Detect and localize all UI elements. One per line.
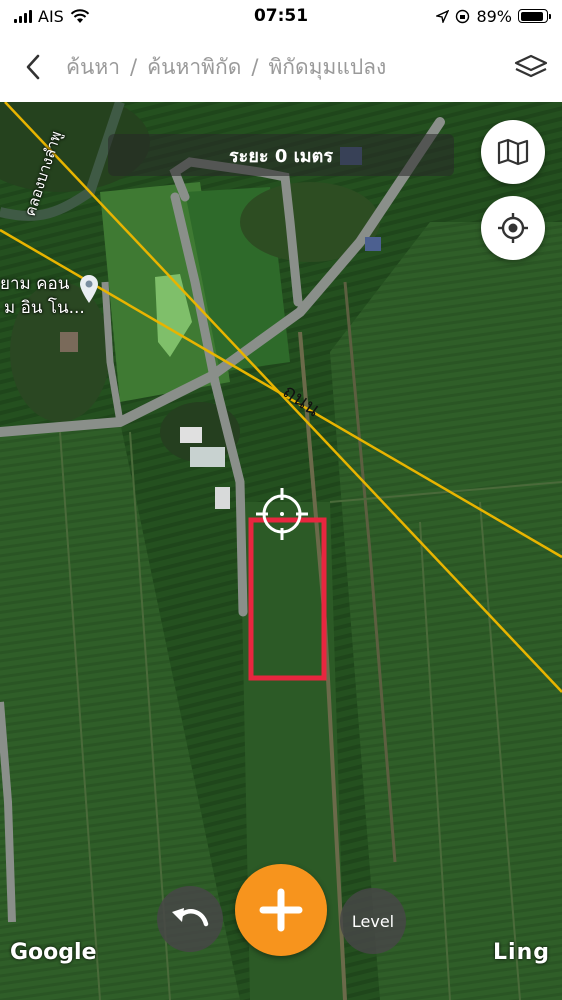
breadcrumb-separator: / bbox=[130, 55, 138, 79]
google-logo: Google bbox=[10, 940, 97, 965]
place-label-line1: ยาม คอน bbox=[0, 274, 70, 294]
back-button[interactable] bbox=[0, 32, 66, 102]
distance-text: ระยะ 0 เมตร bbox=[229, 145, 333, 167]
breadcrumb-search[interactable]: ค้นหา bbox=[66, 51, 120, 84]
layers-button[interactable] bbox=[500, 32, 562, 102]
crosshair-icon bbox=[256, 488, 308, 540]
status-time: 07:51 bbox=[253, 6, 309, 26]
undo-button[interactable] bbox=[157, 886, 223, 952]
undo-icon bbox=[172, 908, 209, 927]
level-label: Level bbox=[351, 911, 395, 931]
add-point-button[interactable] bbox=[235, 864, 327, 956]
ling-logo: Ling bbox=[493, 940, 550, 965]
location-arrow-icon bbox=[436, 9, 450, 23]
breadcrumb-separator: / bbox=[251, 55, 259, 79]
layers-icon bbox=[514, 54, 548, 78]
breadcrumb: ค้นหา / ค้นหาพิกัด / พิกัดมุมแปลง bbox=[66, 51, 500, 84]
battery-percent: 89% bbox=[476, 6, 512, 26]
wifi-icon bbox=[70, 8, 90, 23]
level-button[interactable]: Level bbox=[340, 888, 406, 954]
map-icon bbox=[497, 138, 529, 166]
signal-icon bbox=[14, 9, 32, 23]
plus-icon bbox=[259, 888, 303, 932]
chevron-left-icon bbox=[26, 54, 40, 80]
status-bar: AIS 07:51 89% bbox=[0, 0, 562, 32]
battery-icon bbox=[518, 9, 551, 23]
nav-header: ค้นหา / ค้นหาพิกัด / พิกัดมุมแปลง bbox=[0, 32, 562, 102]
distance-indicator: ระยะ 0 เมตร bbox=[108, 134, 454, 176]
breadcrumb-plot-corner: พิกัดมุมแปลง bbox=[268, 54, 387, 79]
orientation-lock-icon bbox=[456, 9, 470, 23]
carrier-name: AIS bbox=[38, 6, 64, 26]
map-type-button[interactable] bbox=[481, 120, 545, 184]
locate-me-button[interactable] bbox=[481, 196, 545, 260]
place-label-line2: ม อิน โน... bbox=[4, 298, 85, 318]
breadcrumb-coordinate-search[interactable]: ค้นหาพิกัด bbox=[147, 51, 241, 84]
satellite-map[interactable]: ระยะ 0 เมตร คลองบางลำพู ยาม คอน ม อิน โน… bbox=[0, 102, 562, 1000]
target-icon bbox=[498, 213, 528, 243]
